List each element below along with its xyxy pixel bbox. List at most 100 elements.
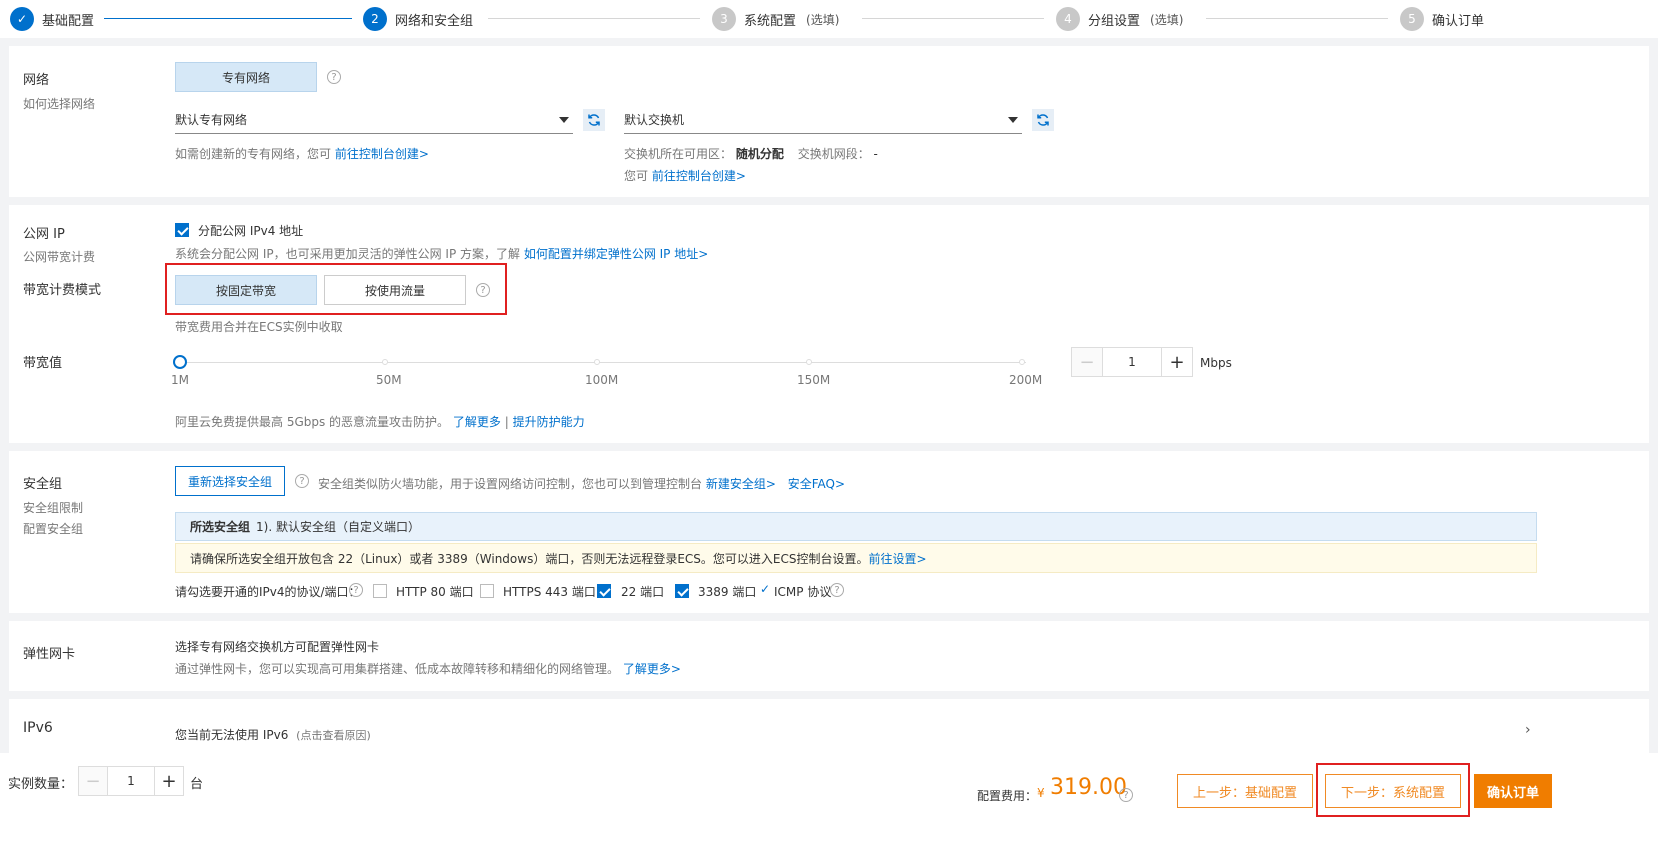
bandwidth-slider-handle[interactable] (173, 355, 187, 369)
port3389-label: 3389 端口 (698, 585, 757, 599)
eni-line2: 通过弹性网卡，您可以实现高可用集群搭建、低成本故障转移和精细化的网络管理。 了解… (175, 660, 681, 677)
ipv6-title: IPv6 (23, 720, 53, 736)
selected-group-bar: 所选安全组 1). 默认安全组（自定义端口） (175, 512, 1537, 541)
port22-label: 22 端口 (621, 585, 665, 599)
vpc-type-button[interactable]: 专有网络 (175, 62, 317, 92)
qty-increment-button[interactable]: + (155, 767, 183, 795)
slider-tick (1019, 359, 1025, 365)
port3389-checkbox[interactable] (675, 584, 689, 598)
refresh-icon[interactable] (1032, 109, 1054, 131)
qty-label: 实例数量： (8, 777, 74, 792)
step-basic-config[interactable]: ✓ 基础配置 (10, 7, 94, 31)
port-warning-text: 请确保所选安全组开放包含 22（Linux）或者 3389（Windows）端口… (190, 551, 869, 566)
segment-label: 交换机网段： (797, 147, 870, 161)
decrement-button[interactable]: − (1072, 348, 1102, 376)
billing-mode-title: 带宽计费模式 (23, 283, 102, 298)
step-done-check-icon: ✓ (10, 7, 34, 31)
selected-group-value: 1). 默认安全组（自定义端口） (256, 520, 420, 534)
port-warning-bar: 请确保所选安全组开放包含 22（Linux）或者 3389（Windows）端口… (175, 543, 1537, 573)
bandwidth-input[interactable]: 1 (1102, 348, 1162, 376)
chevron-down-icon (1008, 117, 1018, 123)
http80-label: HTTP 80 端口 (396, 585, 474, 599)
vpc-hint-text: 如需创建新的专有网络，您可 (175, 147, 332, 161)
http80-checkbox[interactable] (373, 584, 387, 598)
ipv6-status: 您当前无法使用 IPv6 (点击查看原因) (175, 726, 371, 743)
step-group-settings[interactable]: 4 分组设置 (选填) (1056, 7, 1183, 31)
step-number: 4 (1056, 7, 1080, 31)
step-label: 分组设置 (1088, 13, 1141, 29)
security-group-title: 安全组 (23, 477, 63, 492)
step-number: 3 (712, 7, 736, 31)
increment-button[interactable]: + (1162, 348, 1192, 376)
zone-value: 随机分配 (735, 147, 784, 161)
cost-label: 配置费用： (977, 789, 1038, 803)
slider-mark-150m: 150M (797, 373, 831, 387)
security-config-link[interactable]: 配置安全组 (23, 520, 83, 537)
network-help-link[interactable]: 如何选择网络 (23, 95, 95, 112)
public-ip-panel: 公网 IP 公网带宽计费 分配公网 IPv4 地址 系统会分配公网 IP，也可采… (9, 205, 1649, 443)
create-security-group-link[interactable]: 新建安全组> (706, 477, 776, 491)
eip-guide-link[interactable]: 如何配置并绑定弹性公网 IP 地址> (524, 247, 708, 261)
slider-tick (594, 359, 600, 365)
public-ip-hint: 系统会分配公网 IP，也可采用更加灵活的弹性公网 IP 方案，了解 如何配置并绑… (175, 245, 708, 262)
qty-decrement-button[interactable]: − (79, 767, 107, 795)
public-ip-subtitle: 公网带宽计费 (23, 250, 96, 264)
ddos-upgrade-link[interactable]: 提升防护能力 (513, 415, 585, 429)
step-label: 确认订单 (1432, 13, 1485, 29)
ipv6-panel[interactable]: IPv6 您当前无法使用 IPv6 (点击查看原因) › (9, 699, 1649, 753)
network-title: 网络 (23, 73, 50, 88)
help-icon[interactable]: ? (1119, 788, 1133, 802)
ipv6-status-text: 您当前无法使用 IPv6 (175, 728, 289, 742)
vswitch-select-value: 默认交换机 (624, 113, 685, 127)
step-network-security[interactable]: 2 网络和安全组 (363, 7, 473, 31)
ddos-learn-more-link[interactable]: 了解更多 (453, 415, 501, 429)
vswitch-hint: 您可 前往控制台创建> (624, 167, 746, 184)
billing-hint: 带宽费用合并在ECS实例中收取 (175, 320, 343, 334)
ipv6-reason-link[interactable]: (点击查看原因) (296, 729, 371, 742)
chevron-down-icon (559, 117, 569, 123)
currency-symbol: ¥ (1037, 786, 1045, 800)
segment-value: - (873, 147, 878, 161)
step-connector (1206, 18, 1388, 19)
checkmark-icon: ✓ (760, 582, 771, 596)
assign-ipv4-label: 分配公网 IPv4 地址 (198, 224, 304, 238)
help-icon[interactable]: ? (327, 70, 341, 84)
vpc-select[interactable]: 默认专有网络 (175, 106, 573, 134)
prev-step-button[interactable]: 上一步：基础配置 (1177, 774, 1313, 808)
step-connector (862, 18, 1044, 19)
port-settings-link[interactable]: 前往设置> (869, 550, 927, 567)
step-system-config[interactable]: 3 系统配置 (选填) (712, 7, 839, 31)
eni-line1: 选择专有网络交换机方可配置弹性网卡 (175, 640, 380, 654)
security-desc-text: 安全组类似防火墙功能，用于设置网络访问控制，您也可以到管理控制台 (318, 477, 703, 491)
help-icon[interactable]: ? (295, 474, 309, 488)
bandwidth-slider-track[interactable] (180, 362, 1026, 363)
slider-mark-100m: 100M (585, 373, 619, 387)
security-faq-link[interactable]: 安全FAQ> (788, 477, 845, 491)
https443-checkbox[interactable] (480, 584, 494, 598)
step-confirm-order[interactable]: 5 确认订单 (1400, 7, 1484, 31)
slider-mark-1m: 1M (171, 373, 189, 387)
assign-ipv4-checkbox[interactable] (175, 223, 189, 237)
port22-checkbox[interactable] (597, 584, 611, 598)
confirm-order-button[interactable]: 确认订单 (1474, 774, 1552, 808)
step-connector (488, 18, 700, 19)
help-icon[interactable]: ? (830, 583, 844, 597)
slider-mark-200m: 200M (1009, 373, 1043, 387)
eni-title: 弹性网卡 (23, 647, 76, 662)
eni-line2-text: 通过弹性网卡，您可以实现高可用集群搭建、低成本故障转移和精细化的网络管理。 (175, 662, 620, 676)
help-icon[interactable]: ? (349, 583, 363, 597)
ddos-text: 阿里云免费提供最高 5Gbps 的恶意流量攻击防护。 (175, 415, 450, 429)
vpc-create-link[interactable]: 前往控制台创建> (335, 147, 429, 161)
slider-mark-50m: 50M (376, 373, 402, 387)
reselect-security-group-button[interactable]: 重新选择安全组 (175, 466, 285, 496)
eni-learn-more-link[interactable]: 了解更多> (623, 662, 681, 676)
vswitch-zone-info: 交换机所在可用区： 随机分配 交换机网段： - (624, 145, 878, 162)
security-group-panel: 安全组 安全组限制 配置安全组 重新选择安全组 ? 安全组类似防火墙功能，用于设… (9, 451, 1649, 613)
ddos-separator: | (504, 415, 509, 429)
security-limit-link[interactable]: 安全组限制 (23, 499, 83, 516)
refresh-icon[interactable] (583, 109, 605, 131)
vswitch-select[interactable]: 默认交换机 (624, 106, 1022, 134)
qty-input[interactable]: 1 (107, 767, 155, 795)
vswitch-create-link[interactable]: 前往控制台创建> (652, 169, 746, 183)
chevron-right-icon[interactable]: › (1525, 722, 1531, 738)
